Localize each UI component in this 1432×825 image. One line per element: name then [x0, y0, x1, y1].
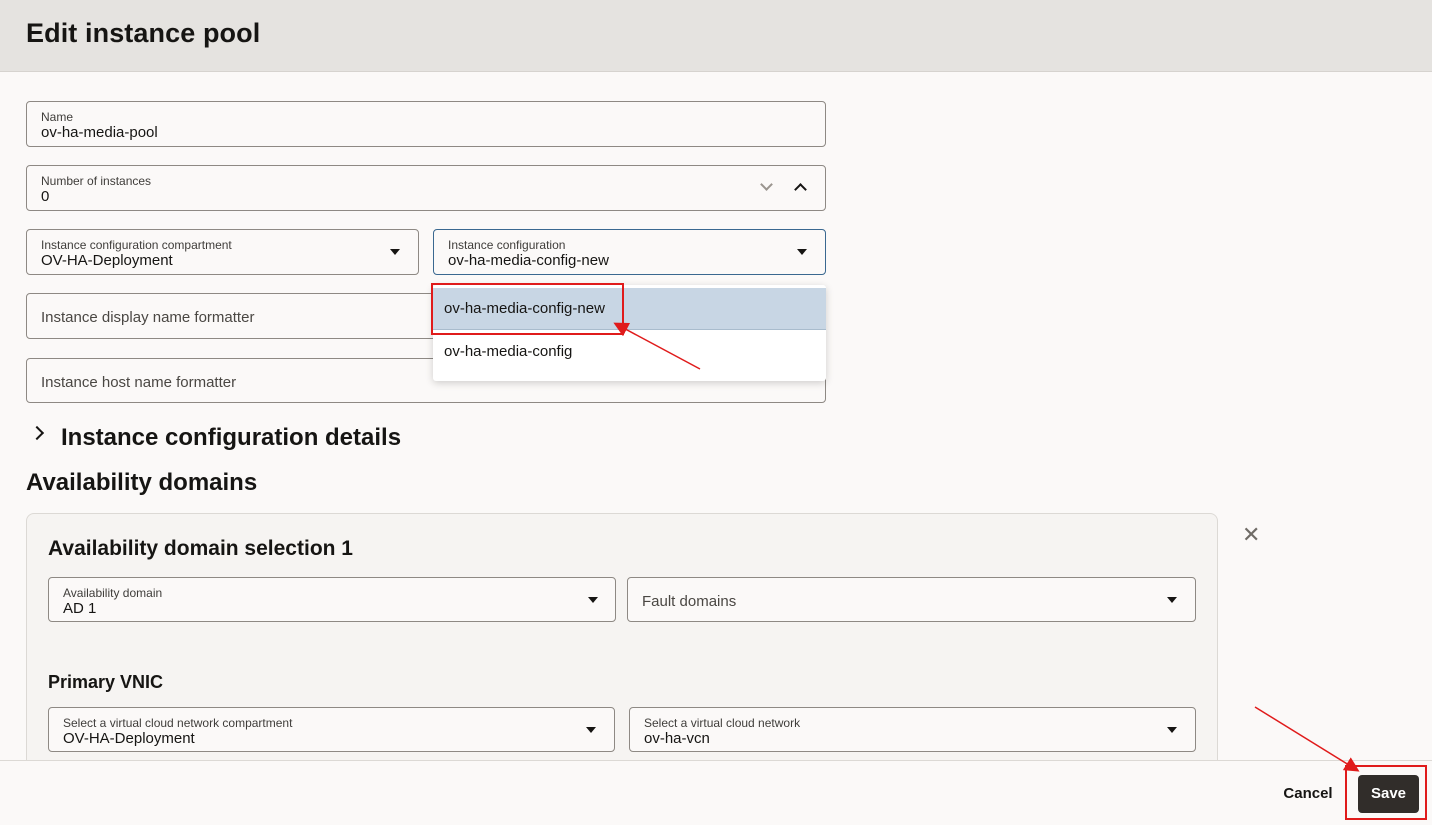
name-value: ov-ha-media-pool — [41, 124, 158, 141]
availability-domain-selection-title: Availability domain selection 1 — [48, 537, 353, 560]
instances-label: Number of instances — [41, 174, 152, 188]
compartment-label: Instance configuration compartment — [41, 238, 232, 252]
instance-configuration-compartment-select[interactable]: Instance configuration compartment OV-HA… — [26, 229, 419, 275]
instance-configuration-details-heading[interactable]: Instance configuration details — [61, 424, 401, 452]
fault-domains-placeholder: Fault domains — [642, 593, 737, 610]
caret-down-icon — [390, 249, 400, 255]
caret-down-icon — [1167, 597, 1177, 603]
availability-domain-value: AD 1 — [63, 600, 97, 617]
caret-down-icon — [797, 249, 807, 255]
vcn-compartment-value: OV-HA-Deployment — [63, 730, 195, 747]
availability-domain-label: Availability domain — [63, 586, 163, 600]
primary-vnic-heading: Primary VNIC — [48, 672, 164, 692]
instance-configuration-value: ov-ha-media-config-new — [448, 252, 609, 269]
number-of-instances-field[interactable]: Number of instances 0 — [26, 165, 826, 211]
edit-instance-pool-page: Edit instance pool Name ov-ha-media-pool… — [0, 0, 1432, 825]
chevron-down-icon[interactable] — [760, 178, 773, 191]
annotation-highlight-box — [1345, 765, 1427, 820]
page-header: Edit instance pool — [0, 0, 1432, 72]
display-name-formatter-placeholder: Instance display name formatter — [41, 309, 255, 326]
vcn-select[interactable]: Select a virtual cloud network ov-ha-vcn — [629, 707, 1196, 752]
compartment-value: OV-HA-Deployment — [41, 252, 173, 269]
chevron-right-icon[interactable] — [29, 425, 45, 441]
instance-configuration-label: Instance configuration — [448, 238, 566, 252]
availability-domains-heading: Availability domains — [26, 469, 258, 496]
caret-down-icon — [1167, 727, 1177, 733]
name-label: Name — [41, 110, 74, 124]
vcn-compartment-label: Select a virtual cloud network compartme… — [63, 716, 293, 730]
fault-domains-select[interactable]: Fault domains — [627, 577, 1196, 622]
caret-down-icon — [588, 597, 598, 603]
availability-domain-select[interactable]: Availability domain AD 1 — [48, 577, 616, 622]
vcn-label: Select a virtual cloud network — [644, 716, 801, 730]
host-name-formatter-placeholder: Instance host name formatter — [41, 374, 237, 391]
instance-configuration-select[interactable]: Instance configuration ov-ha-media-confi… — [433, 229, 826, 275]
name-field[interactable]: Name ov-ha-media-pool — [26, 101, 826, 147]
cancel-button[interactable]: Cancel — [1276, 777, 1340, 811]
chevron-up-icon[interactable] — [794, 183, 807, 196]
page-title: Edit instance pool — [26, 18, 261, 48]
annotation-highlight-box — [431, 283, 624, 335]
vcn-value: ov-ha-vcn — [644, 730, 710, 747]
caret-down-icon — [586, 727, 596, 733]
vcn-compartment-select[interactable]: Select a virtual cloud network compartme… — [48, 707, 615, 752]
footer-bar — [0, 760, 1432, 825]
instances-value: 0 — [41, 188, 50, 205]
close-icon[interactable]: ✕ — [1242, 524, 1260, 546]
dropdown-option[interactable]: ov-ha-media-config — [433, 331, 826, 373]
